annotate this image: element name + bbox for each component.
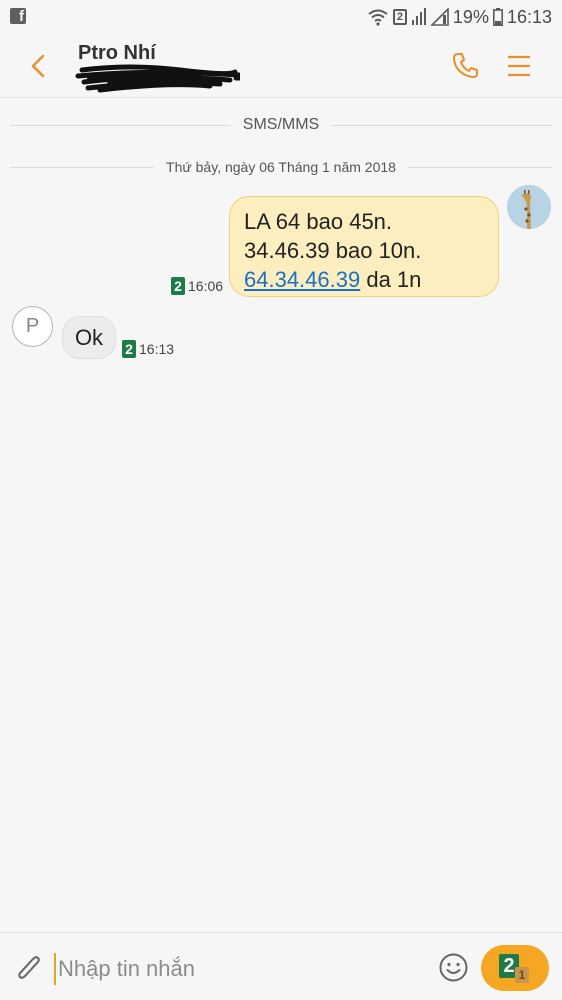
message-line: LA 64 bao 45n. (244, 209, 393, 234)
battery-icon (492, 8, 503, 26)
date-separator: Thứ bảy, ngày 06 Tháng 1 năm 2018 (10, 156, 552, 178)
message-input[interactable] (54, 953, 414, 985)
clock: 16:13 (506, 6, 552, 27)
send-sim-badge-secondary: 1 (515, 967, 529, 983)
signal-icon-sim2 (430, 8, 449, 26)
back-chevron-icon[interactable] (22, 50, 54, 82)
redaction-scribble (75, 64, 240, 93)
channel-separator: SMS/MMS (10, 114, 553, 136)
sim-indicator: 2 (392, 9, 407, 25)
facebook-icon: f (10, 8, 26, 24)
message-meta: 2 16:13 (122, 340, 174, 358)
phone-icon[interactable] (450, 50, 482, 82)
message-meta: 2 16:06 (171, 277, 223, 295)
signal-icon (411, 8, 426, 25)
conversation-header: Ptro Nhí (0, 34, 562, 98)
message-time: 16:13 (139, 341, 175, 357)
phone-number-link[interactable]: 64.34.46.39 (244, 267, 360, 292)
wifi-icon (368, 9, 388, 26)
message-time: 16:06 (188, 278, 224, 294)
status-indicators: 2 19% 16:13 (367, 5, 552, 29)
channel-label: SMS/MMS (242, 116, 320, 133)
message-tail-text: da 1n (360, 267, 422, 292)
sim-badge: 2 (122, 340, 136, 358)
header-divider (0, 97, 562, 98)
giraffe-avatar-icon (507, 185, 551, 229)
message-composer: 2 1 (0, 932, 562, 1000)
battery-percent: 19% (452, 6, 489, 27)
outgoing-message-bubble[interactable]: LA 64 bao 45n. 34.46.39 bao 10n. 64.34.4… (229, 196, 499, 297)
avatar[interactable]: P (12, 306, 53, 347)
sim-badge: 2 (171, 277, 185, 295)
paperclip-icon[interactable] (14, 952, 44, 984)
send-button[interactable]: 2 1 (481, 945, 549, 991)
menu-icon[interactable] (504, 50, 534, 82)
status-bar: f 2 19% 16:13 (0, 0, 562, 34)
date-label: Thứ bảy, ngày 06 Tháng 1 năm 2018 (166, 159, 396, 175)
incoming-message-bubble[interactable]: Ok (62, 316, 116, 359)
emoji-icon[interactable] (438, 952, 469, 983)
message-line: 34.46.39 bao 10n. (244, 238, 422, 263)
avatar[interactable] (507, 185, 551, 229)
